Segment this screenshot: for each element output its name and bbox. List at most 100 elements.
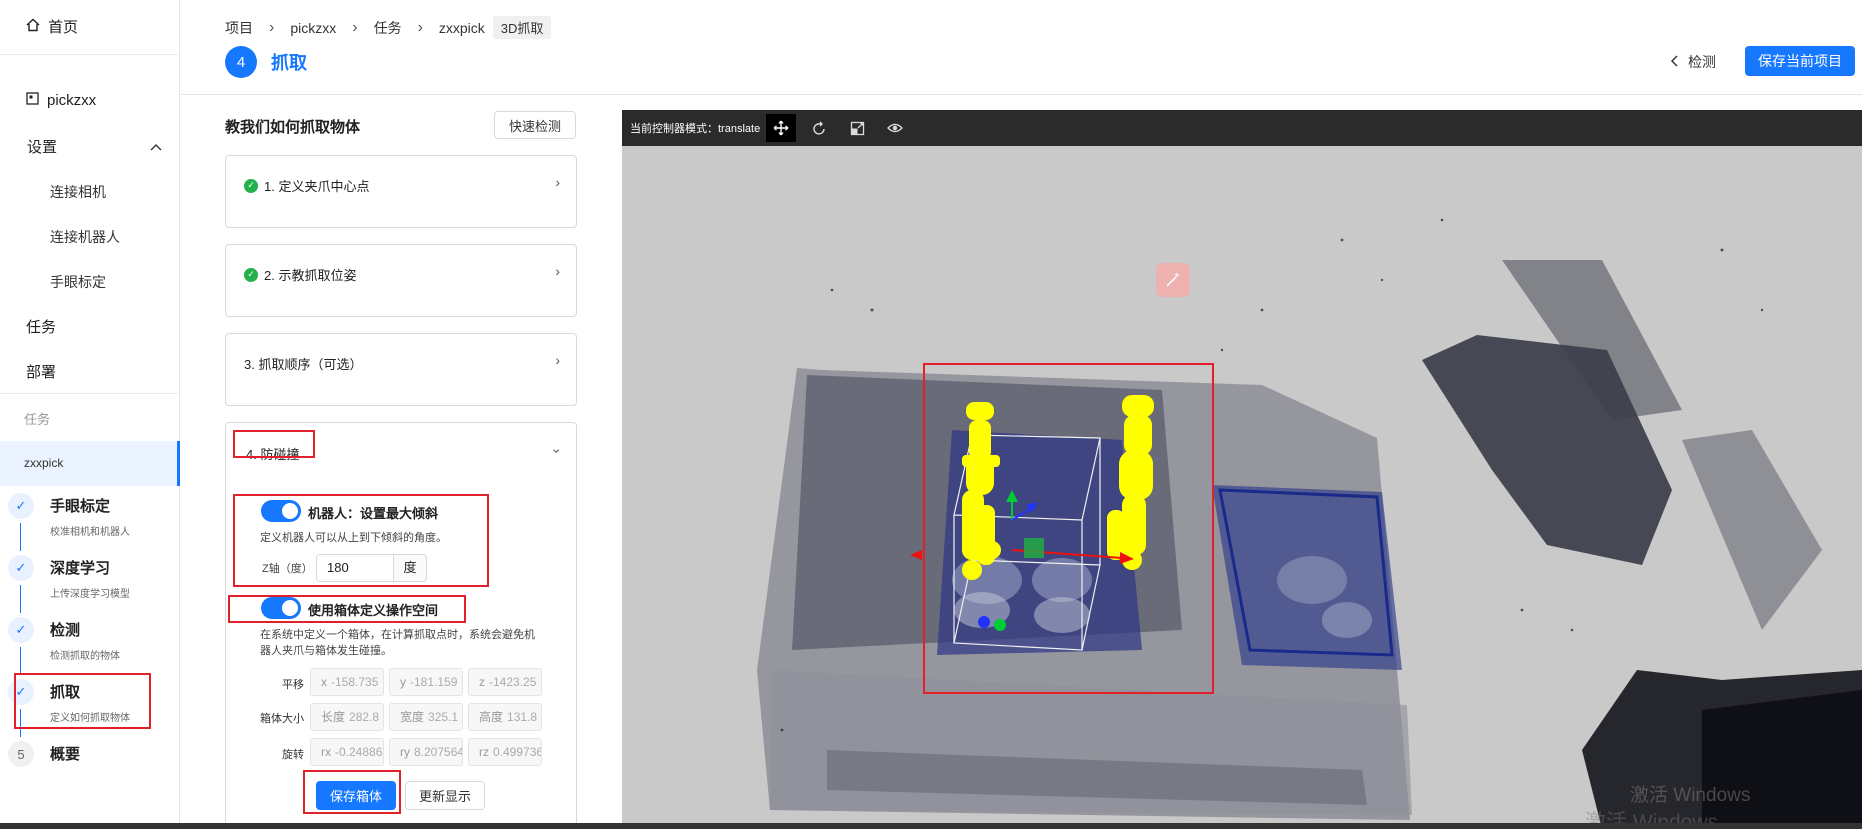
robot-tilt-label: 机器人：设置最大倾斜 bbox=[308, 506, 439, 521]
breadcrumb-item[interactable]: 项目 bbox=[225, 18, 253, 38]
card-gripper-center[interactable]: ✓ 1. 定义夹爪中心点 › bbox=[225, 155, 577, 228]
mode-value-text: translate bbox=[718, 123, 761, 135]
sidebar-group-task: 任务 bbox=[24, 412, 51, 427]
move-icon[interactable] bbox=[766, 114, 797, 142]
quick-check-button[interactable]: 快速检测 bbox=[494, 111, 576, 139]
step-detect[interactable]: ✓ 检测 检测抓取的物体 bbox=[8, 617, 180, 677]
translation-x-field[interactable]: x -158.735 bbox=[310, 668, 384, 696]
box-space-desc-line: 在系统中定义一个箱体，在计算抓取点时，系统会避免机 bbox=[260, 629, 535, 641]
box-width-field[interactable]: 宽度 325.1 bbox=[389, 703, 463, 731]
box-size-label: 箱体大小 bbox=[260, 713, 304, 725]
chevron-up-icon bbox=[150, 138, 162, 155]
rotation-label: 旋转 bbox=[282, 749, 304, 761]
point-cloud-viewer[interactable]: 当前控制器模式：translate bbox=[622, 110, 1862, 829]
project-icon bbox=[26, 92, 39, 109]
field-prefix: rx bbox=[321, 745, 331, 759]
back-button[interactable]: 检测 bbox=[1670, 52, 1716, 72]
chevron-down-icon[interactable]: › bbox=[550, 449, 566, 454]
panel-title: 教我们如何抓取物体 bbox=[225, 119, 361, 136]
chevron-right-icon: › bbox=[555, 174, 560, 190]
chevron-right-icon: › bbox=[269, 18, 275, 36]
card-title-text: 2. 示教抓取位姿 bbox=[264, 268, 357, 283]
rotate-icon[interactable] bbox=[804, 114, 834, 142]
sidebar-item-tasks[interactable]: 任务 bbox=[26, 316, 56, 337]
breadcrumb-item[interactable]: 任务 bbox=[374, 18, 402, 38]
card-teach-pose[interactable]: ✓ 2. 示教抓取位姿 › bbox=[225, 244, 577, 317]
card-collision: 4. 防碰撞 › bbox=[225, 422, 577, 829]
step-title: 深度学习 bbox=[50, 560, 111, 577]
breadcrumb-item[interactable]: pickzxx bbox=[290, 20, 336, 36]
card-title-text: 4. 防碰撞 bbox=[246, 447, 300, 462]
os-watermark: 激活 Windows bbox=[1630, 785, 1751, 806]
rotation-rx-field[interactable]: rx -0.24886 bbox=[310, 738, 384, 766]
box-height-field[interactable]: 高度 131.8 bbox=[468, 703, 542, 731]
step-desc: 校准相机和机器人 bbox=[50, 527, 130, 538]
sidebar-item-connect-robot[interactable]: 连接机器人 bbox=[50, 227, 120, 247]
step-title: 抓取 bbox=[50, 684, 81, 701]
card-title-text: 3. 抓取顺序（可选） bbox=[244, 357, 363, 372]
step-deep-learning[interactable]: ✓ 深度学习 上传深度学习模型 bbox=[8, 555, 180, 615]
translation-z-field[interactable]: z -1423.25 bbox=[468, 668, 542, 696]
card-title: ✓ 2. 示教抓取位姿 bbox=[244, 265, 356, 284]
sidebar-item-project[interactable]: pickzxx bbox=[26, 92, 96, 109]
step-connector bbox=[20, 709, 21, 737]
sidebar-divider bbox=[0, 393, 180, 394]
sidebar-item-deploy[interactable]: 部署 bbox=[26, 361, 56, 382]
controller-mode-label: 当前控制器模式：translate bbox=[630, 120, 760, 136]
box-space-toggle[interactable] bbox=[261, 597, 301, 619]
save-project-button[interactable]: 保存当前项目 bbox=[1745, 46, 1855, 76]
save-box-button[interactable]: 保存箱体 bbox=[316, 781, 396, 810]
step-grasp[interactable]: ✓ 抓取 定义如何抓取物体 bbox=[8, 679, 180, 739]
sidebar-item-settings[interactable]: 设置 bbox=[27, 136, 162, 157]
refresh-display-button[interactable]: 更新显示 bbox=[405, 781, 485, 810]
chevron-right-icon: › bbox=[352, 18, 358, 36]
step-summary[interactable]: 5 概要 bbox=[8, 741, 180, 801]
check-circle-icon: ✓ bbox=[244, 267, 258, 282]
step-hand-eye[interactable]: ✓ 手眼标定 校准相机和机器人 bbox=[8, 493, 180, 553]
robot-tilt-desc: 定义机器人可以从上到下倾斜的角度。 bbox=[260, 532, 447, 544]
rotation-rz-field[interactable]: rz 0.499736 bbox=[468, 738, 542, 766]
step-number: 5 bbox=[8, 741, 34, 767]
step-desc: 定义如何抓取物体 bbox=[50, 713, 130, 724]
chevron-right-icon: › bbox=[417, 18, 423, 36]
sidebar-item-label: 设置 bbox=[27, 139, 58, 156]
field-value: 8.207564 bbox=[414, 745, 463, 759]
magic-wand-icon[interactable] bbox=[1156, 263, 1190, 297]
breadcrumb: 项目 › pickzxx › 任务 › zxxpick 3D抓取 bbox=[225, 16, 552, 39]
field-prefix: x bbox=[321, 675, 327, 689]
taskbar-strip bbox=[0, 823, 1862, 829]
card-title[interactable]: 4. 防碰撞 bbox=[246, 444, 299, 463]
card-grasp-order[interactable]: 3. 抓取顺序（可选） › bbox=[225, 333, 577, 406]
sidebar-item-hand-eye[interactable]: 手眼标定 bbox=[50, 272, 106, 292]
sidebar: 首页 pickzxx 设置 连接相机 连接机器人 手眼标定 任务 部署 任务 z… bbox=[0, 0, 180, 829]
robot-tilt-toggle[interactable] bbox=[261, 500, 301, 522]
card-title: ✓ 1. 定义夹爪中心点 bbox=[244, 176, 369, 195]
sidebar-item-home[interactable]: 首页 bbox=[26, 16, 78, 37]
translation-label: 平移 bbox=[282, 679, 304, 691]
box-length-field[interactable]: 长度 282.8 bbox=[310, 703, 384, 731]
field-value: 131.8 bbox=[507, 710, 538, 724]
sidebar-item-label: pickzxx bbox=[47, 92, 97, 109]
z-axis-label: Z轴（度） bbox=[262, 563, 313, 575]
scale-icon[interactable] bbox=[842, 114, 872, 142]
eye-icon[interactable] bbox=[880, 114, 910, 142]
z-axis-unit: 度 bbox=[393, 554, 427, 582]
z-axis-input[interactable]: 180 bbox=[316, 554, 394, 582]
header-divider bbox=[181, 94, 1862, 95]
chevron-left-icon bbox=[1670, 54, 1678, 70]
sidebar-item-connect-camera[interactable]: 连接相机 bbox=[50, 182, 106, 202]
rotation-ry-field[interactable]: ry 8.207564 bbox=[389, 738, 463, 766]
box-space-label: 使用箱体定义操作空间 bbox=[308, 603, 439, 618]
breadcrumb-item[interactable]: zxxpick bbox=[439, 20, 485, 36]
field-value: -0.24886 bbox=[335, 745, 383, 759]
step-connector bbox=[20, 523, 21, 551]
sidebar-item-active-task[interactable]: zxxpick bbox=[0, 441, 180, 486]
step-title: 抓取 bbox=[271, 53, 307, 73]
translation-y-field[interactable]: y -181.159 bbox=[389, 668, 463, 696]
check-icon: ✓ bbox=[8, 493, 34, 519]
field-value: 282.8 bbox=[349, 710, 380, 724]
check-icon: ✓ bbox=[8, 679, 34, 705]
viewer-toolbar: 当前控制器模式：translate bbox=[622, 110, 1862, 146]
step-connector bbox=[20, 585, 21, 613]
home-icon bbox=[26, 18, 40, 36]
